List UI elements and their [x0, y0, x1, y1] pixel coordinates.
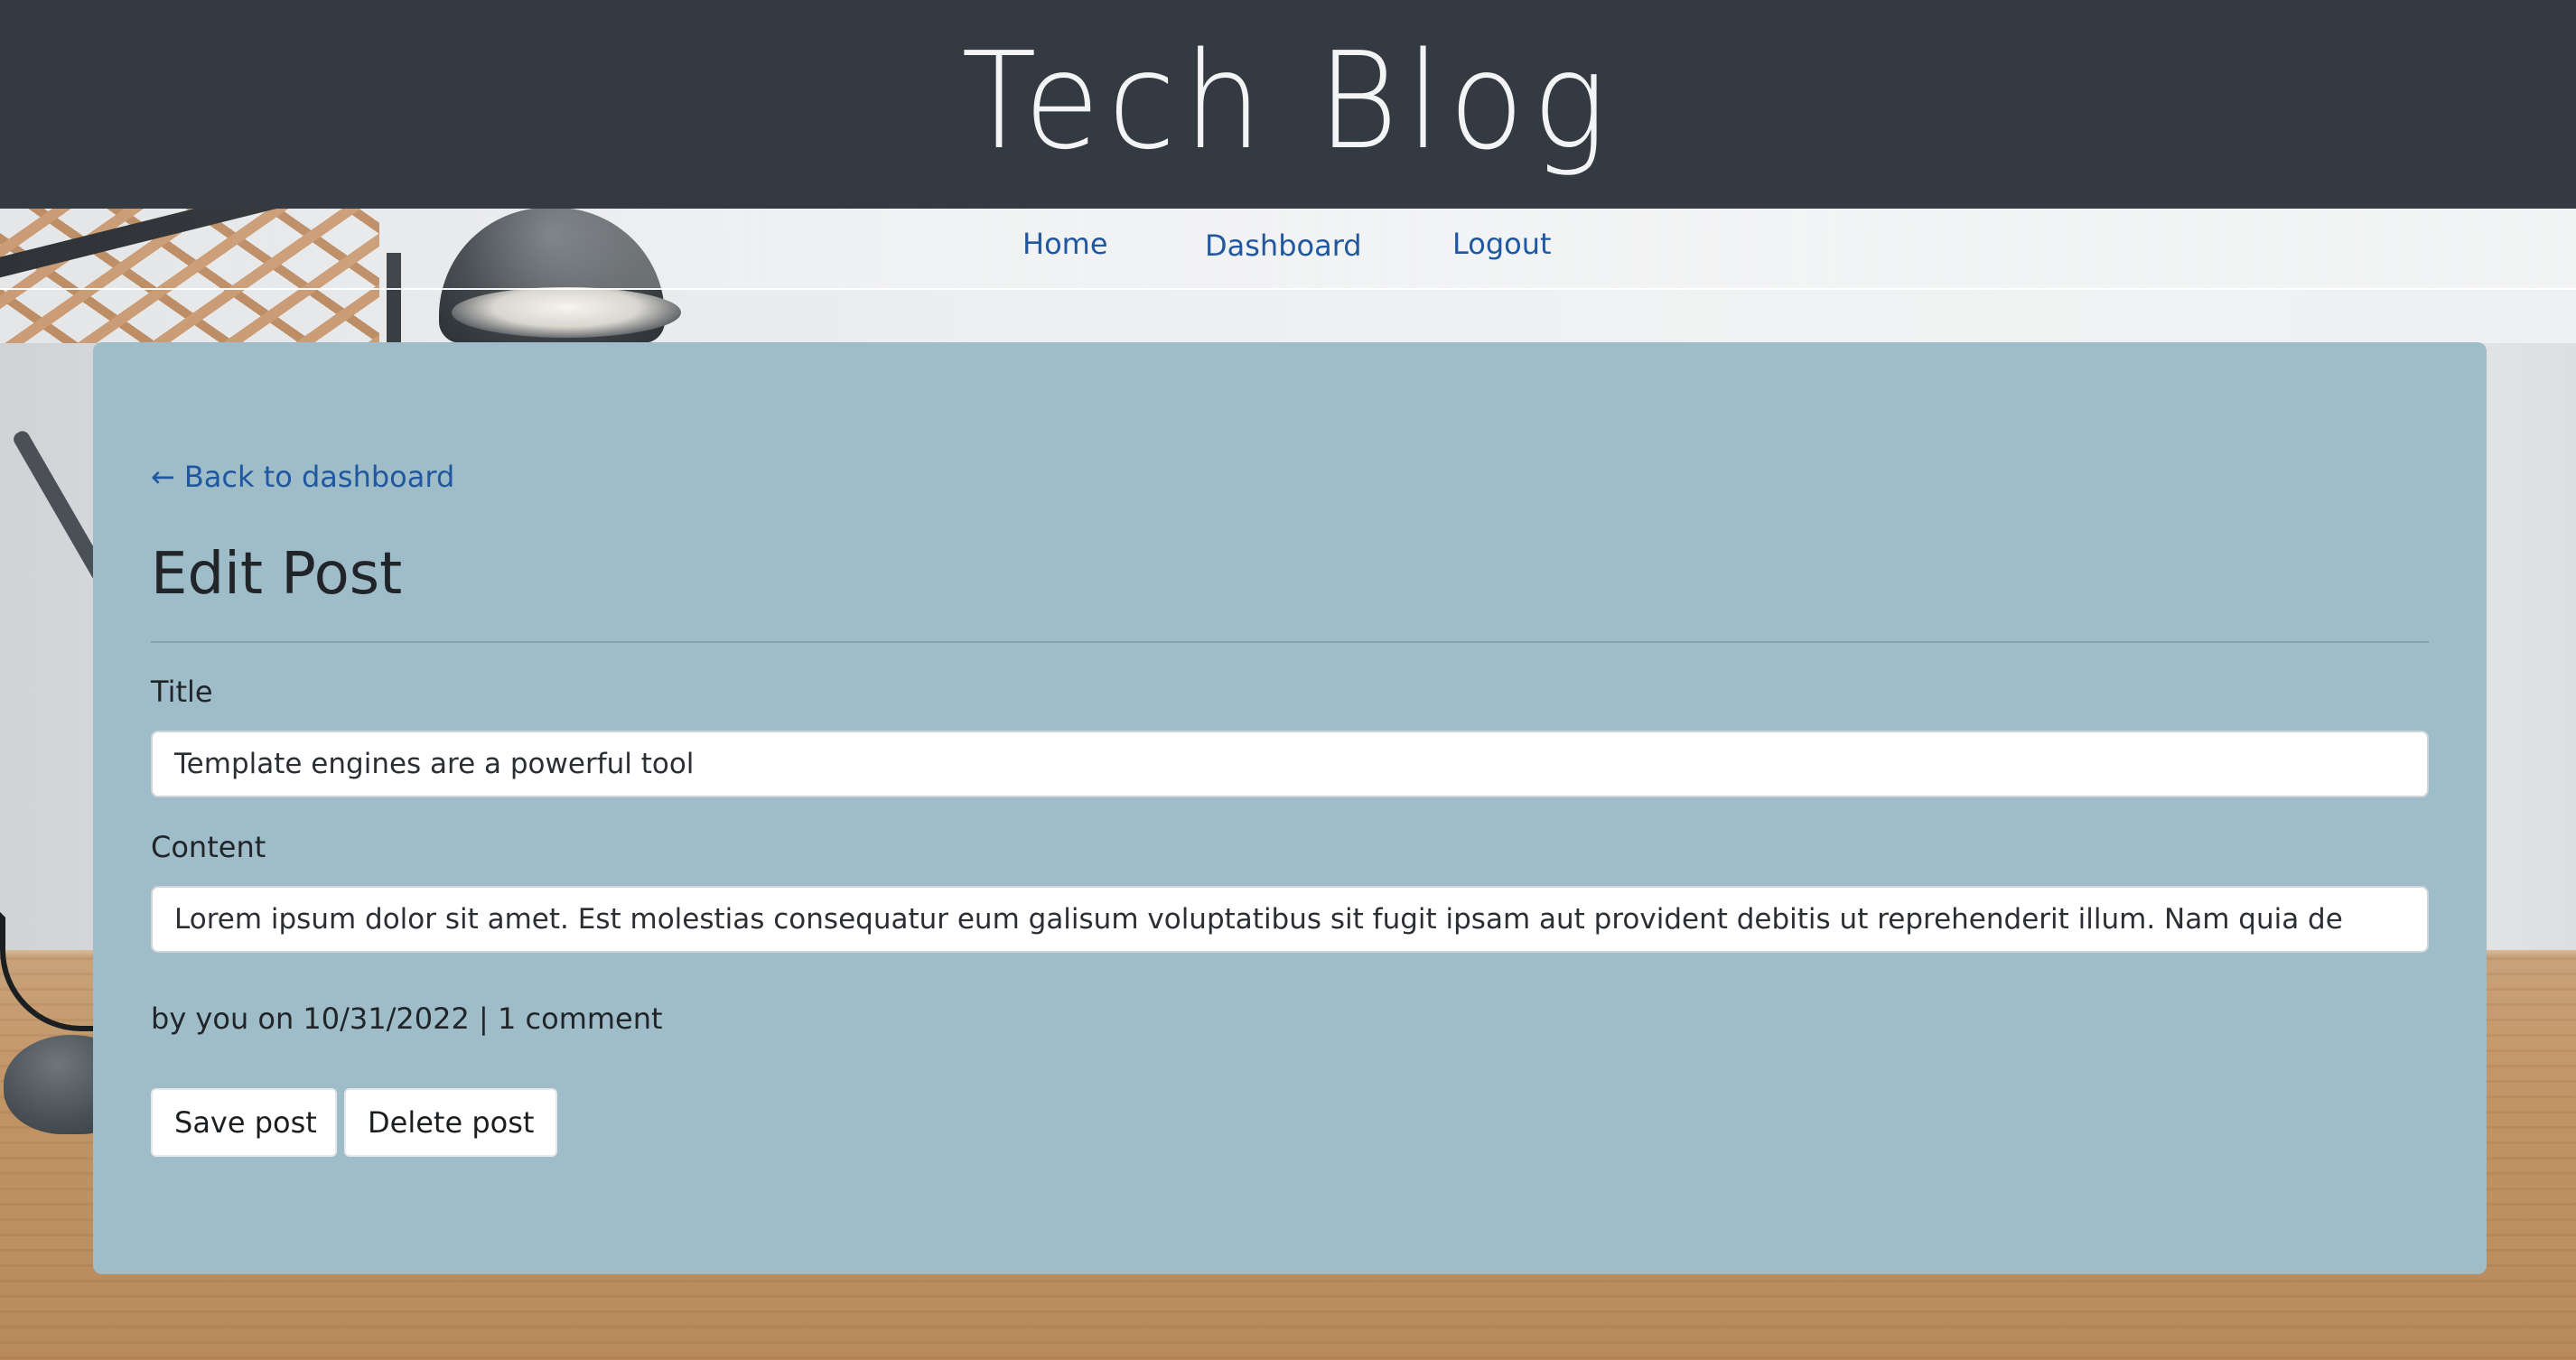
page: Tech Blog Home Dashboard Logout ← Back to… [0, 0, 2576, 1360]
site-header: Tech Blog [0, 0, 2576, 209]
post-meta-info: by you on 10/31/2022 | 1 comment [151, 1001, 663, 1036]
nav-dashboard-link[interactable]: Dashboard [1205, 228, 1362, 263]
page-title: Edit Post [151, 541, 403, 608]
site-title: Tech Blog [961, 23, 1615, 179]
title-field-label: Title [151, 675, 213, 709]
back-to-dashboard-link[interactable]: ← Back to dashboard [151, 460, 454, 494]
save-post-button[interactable]: Save post [151, 1088, 337, 1157]
left-arrow-icon: ← [151, 460, 175, 494]
post-title-input[interactable] [151, 731, 2429, 797]
nav-logout-link[interactable]: Logout [1452, 227, 1552, 261]
nav-home-link[interactable]: Home [1022, 227, 1108, 261]
edit-post-card: ←Back to dashboard Edit Post Title Conte… [93, 342, 2487, 1274]
title-divider [151, 641, 2429, 643]
post-content-input[interactable] [151, 886, 2429, 953]
delete-post-button[interactable]: Delete post [344, 1088, 557, 1157]
content-field-label: Content [151, 830, 266, 864]
main-nav: Home Dashboard Logout [0, 209, 2576, 290]
lamp-light [452, 287, 681, 338]
back-link-label: Back to dashboard [183, 460, 455, 494]
